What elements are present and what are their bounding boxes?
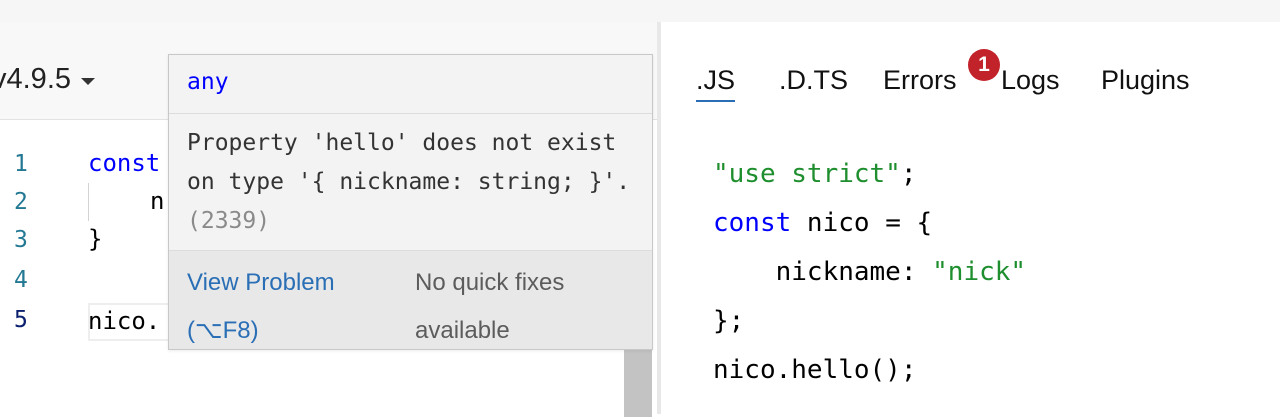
line-number: 1 bbox=[14, 151, 28, 177]
error-message-text: Property 'hello' does not exist on type … bbox=[187, 130, 631, 195]
output-line-2: const nico = { bbox=[713, 199, 1026, 248]
semicolon: ; bbox=[900, 159, 917, 189]
window-top-strip bbox=[0, 0, 1280, 22]
view-problem-link[interactable]: View Problem (⌥F8) bbox=[187, 259, 387, 355]
view-problem-shortcut: (⌥F8) bbox=[187, 317, 259, 344]
hover-actions: View Problem (⌥F8) No quick fixes availa… bbox=[169, 251, 652, 349]
code-line-5: nico. bbox=[88, 307, 161, 335]
no-quick-fixes-text: No quick fixes available bbox=[415, 259, 645, 355]
no-fixes-line-1: No quick fixes bbox=[415, 269, 565, 296]
chevron-down-icon bbox=[81, 77, 95, 85]
keyword-const: const bbox=[713, 208, 792, 238]
line-number: 2 bbox=[14, 189, 28, 215]
line-number-active: 5 bbox=[14, 307, 28, 333]
hover-type-info: any bbox=[169, 55, 652, 114]
keyword-const: const bbox=[88, 149, 161, 177]
version-label: v4.9.5 bbox=[0, 62, 71, 95]
tab-plugins[interactable]: Plugins bbox=[1101, 62, 1190, 102]
output-tabs: .JS .D.TS Errors 1 Logs Plugins bbox=[661, 22, 1280, 112]
property-value: "nick" bbox=[932, 257, 1027, 287]
tab-logs[interactable]: Logs bbox=[1001, 62, 1060, 102]
output-line-4: }; bbox=[713, 306, 745, 336]
string-use-strict: "use strict" bbox=[713, 159, 901, 189]
tab-errors[interactable]: Errors bbox=[883, 62, 957, 102]
hover-tooltip: any Property 'hello' does not exist on t… bbox=[168, 54, 653, 350]
compiled-js-output: "use strict"; const nico = { nickname: "n… bbox=[713, 150, 1026, 395]
line-number: 3 bbox=[14, 227, 28, 253]
tab-js[interactable]: .JS bbox=[696, 62, 736, 102]
hover-error-message: Property 'hello' does not exist on type … bbox=[169, 114, 652, 251]
code-line-2: n bbox=[150, 187, 165, 215]
indent-guide bbox=[88, 183, 89, 221]
output-line-5: nico.hello(); bbox=[713, 355, 917, 385]
output-pane: .JS .D.TS Errors 1 Logs Plugins "use str… bbox=[661, 22, 1280, 414]
property-key: nickname: bbox=[713, 257, 933, 287]
view-problem-label: View Problem bbox=[187, 269, 335, 296]
typescript-version-select[interactable]: v4.9.5 bbox=[0, 62, 95, 96]
errors-count-badge: 1 bbox=[968, 49, 1000, 81]
code-line-1: const bbox=[88, 149, 160, 177]
code-line-3: } bbox=[88, 225, 103, 253]
tab-dts[interactable]: .D.TS bbox=[779, 62, 848, 102]
output-line-3: nickname: "nick" bbox=[713, 248, 1026, 297]
no-fixes-line-2: available bbox=[415, 317, 510, 344]
error-code: (2339) bbox=[187, 208, 271, 234]
const-declaration: nico = { bbox=[791, 208, 933, 238]
line-number: 4 bbox=[14, 267, 28, 293]
output-line-1: "use strict"; bbox=[713, 150, 1026, 199]
